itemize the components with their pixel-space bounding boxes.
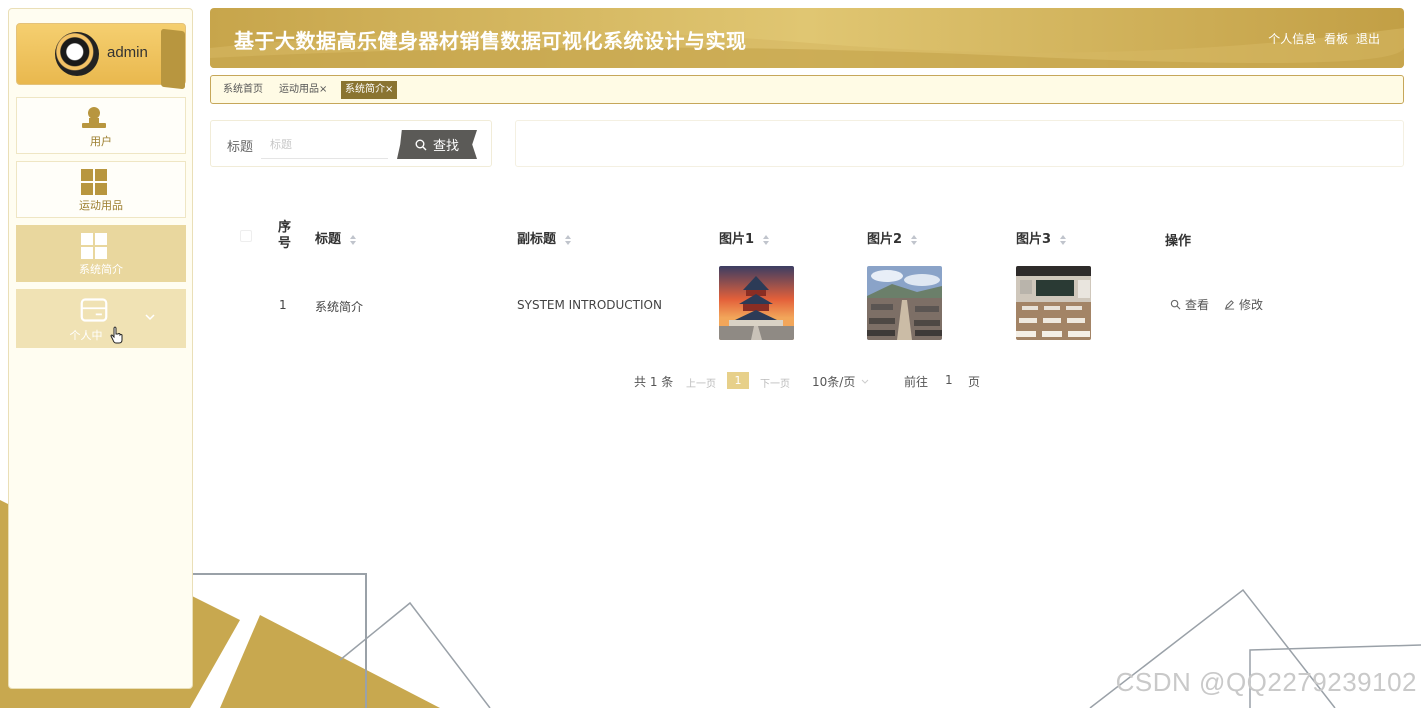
sort-icon[interactable] [349,234,356,245]
column-header-label: 图片2 [867,232,903,247]
tab-system-intro[interactable]: 系统简介× [341,81,398,99]
logout-link[interactable]: 退出 [1356,32,1380,46]
header-links: 个人信息 看板 退出 [1264,30,1380,47]
dashboard-link[interactable]: 看板 [1324,32,1348,46]
pagination-goto-input[interactable]: 1 [945,373,953,387]
sidebar-item-sports-goods[interactable]: 运动用品 [16,161,186,218]
toolbar-panel [515,120,1404,167]
search-icon [415,139,427,150]
page-size-select[interactable]: 10条/页 [812,373,855,390]
sidebar-item-personal-center[interactable]: 个人中 [16,289,186,348]
tab-sports-goods[interactable]: 运动用品× [275,81,331,99]
user-name: admin [107,44,148,61]
column-header-image2[interactable]: 图片2 [867,228,917,247]
sidebar: admin 用户 运动用品 系统简介 个人中 [8,8,193,689]
sidebar-item-users[interactable]: 用户 [16,97,186,154]
image-temple-of-heaven[interactable] [719,266,794,340]
column-header-label: 副标题 [517,232,557,247]
column-header-actions: 操作 [1165,234,1192,249]
pagination-total: 共 1 条 [634,375,674,389]
card-icon [80,298,108,322]
column-header-title[interactable]: 标题 [315,228,356,247]
column-header-label: 图片3 [1016,232,1052,247]
header-banner: 基于大数据高乐健身器材销售数据可视化系统设计与实现 个人信息 看板 退出 [210,8,1404,68]
cell-subtitle: SYSTEM INTRODUCTION [517,298,662,312]
grid-icon [81,169,107,195]
sidebar-item-label: 运动用品 [79,199,123,212]
pagination-page-suffix: 页 [968,375,981,389]
column-header-label: 标题 [315,232,342,247]
image-classroom[interactable] [1016,266,1091,340]
column-header-image3[interactable]: 图片3 [1016,228,1066,247]
search-label: 标题 [227,140,254,155]
avatar [55,32,99,76]
select-all-checkbox[interactable] [240,230,252,242]
user-icon [82,107,106,128]
chevron-down-icon[interactable] [145,312,155,322]
tab-home[interactable]: 系统首页 [219,81,267,99]
sort-icon[interactable] [1059,234,1066,245]
sidebar-item-label: 个人中 [69,329,103,342]
search-button[interactable]: 查找 [397,130,477,159]
sidebar-item-system-intro[interactable]: 系统简介 [16,225,186,282]
profile-link[interactable]: 个人信息 [1268,32,1316,46]
edit-action[interactable]: 修改 [1224,296,1263,313]
search-input[interactable] [261,131,388,159]
user-card: admin [16,23,186,90]
search-panel: 标题 查找 [210,120,492,167]
column-header-label: 图片1 [719,232,755,247]
sort-icon[interactable] [762,234,769,245]
cell-title: 系统简介 [315,300,364,314]
view-action[interactable]: 查看 [1170,296,1209,313]
sort-icon[interactable] [910,234,917,245]
grid-icon [81,233,107,259]
search-button-label: 查找 [432,139,459,154]
pagination-goto-label: 前往 [904,375,929,389]
cell-index: 1 [279,298,287,312]
search-icon [1170,299,1181,310]
user-card-flag [161,28,185,90]
chevron-down-icon[interactable] [861,379,869,385]
view-action-label: 查看 [1185,298,1210,312]
image-old-town[interactable] [867,266,942,340]
pagination-next-button[interactable]: 下一页 [760,375,790,390]
background-decoration [0,500,1421,708]
page-title: 基于大数据高乐健身器材销售数据可视化系统设计与实现 [234,29,747,53]
column-header-image1[interactable]: 图片1 [719,228,769,247]
sidebar-item-label: 系统简介 [79,263,123,276]
pagination-current-page[interactable]: 1 [727,372,749,389]
column-header-index: 序号 [278,220,292,251]
tab-bar: 系统首页 运动用品× 系统简介× [210,75,1404,104]
edit-icon [1224,300,1235,310]
hand-cursor-icon [110,326,123,344]
column-header-subtitle[interactable]: 副标题 [517,228,571,247]
pagination-prev-button[interactable]: 上一页 [686,375,716,390]
sort-icon[interactable] [564,234,571,245]
watermark: CSDN @QQ2279239102 [1115,667,1417,697]
edit-action-label: 修改 [1239,298,1264,312]
sidebar-item-label: 用户 [90,135,112,148]
